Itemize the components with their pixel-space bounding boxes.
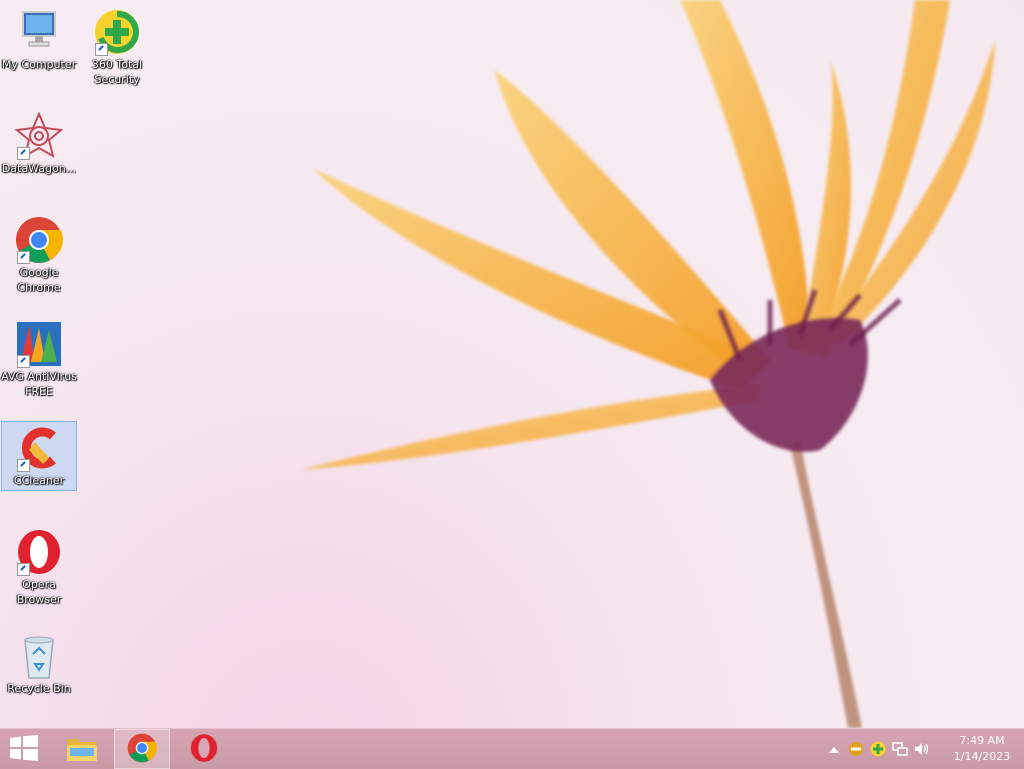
start-button[interactable] [0,729,48,769]
taskbar-clock[interactable]: 7:49 AM 1/14/2023 [950,733,1014,765]
opera-icon [15,528,63,576]
ccleaner-icon [15,424,63,472]
folder-icon [66,734,98,765]
avg-icon [15,320,63,368]
clock-time: 7:49 AM [959,734,1005,747]
desktop-wallpaper [300,0,995,728]
chrome-icon [15,216,63,264]
datawagon-icon [14,111,64,160]
360-security-tray-icon[interactable] [870,741,886,757]
desktop-icon-avg-antivirus[interactable]: AVG AntiVirus FREE [1,318,77,399]
system-tray: 7:49 AM 1/14/2023 [824,729,1024,769]
taskbar: 7:49 AM 1/14/2023 [0,728,1024,769]
no-entry-icon[interactable] [848,741,864,757]
taskbar-google-chrome[interactable] [114,729,170,769]
clock-date: 1/14/2023 [953,750,1011,763]
desktop-icon-my-computer[interactable]: My Computer [1,6,77,72]
taskbar-opera[interactable] [176,729,232,769]
desktop-icon-google-chrome[interactable]: Google Chrome [1,214,77,295]
desktop-icon-ccleaner[interactable]: CCleaner [1,421,77,491]
show-hidden-icons-icon[interactable] [826,741,842,757]
taskbar-file-explorer[interactable] [54,729,110,769]
shortcut-arrow-icon [17,355,30,368]
shortcut-arrow-icon [17,563,30,576]
network-icon[interactable] [892,741,908,757]
desktop-icon-datawagon[interactable]: DataWagon... [1,110,77,176]
desktop-icon-recycle-bin[interactable]: Recycle Bin [1,630,77,696]
windows-logo-icon [10,734,38,764]
shortcut-arrow-icon [17,147,30,160]
computer-icon [15,8,63,56]
desktop-icon-360-total-security[interactable]: 360 Total Security [79,6,155,87]
volume-icon[interactable] [914,741,930,757]
shortcut-arrow-icon [17,251,30,264]
recycle-bin-icon [15,632,63,680]
shortcut-arrow-icon [95,43,108,56]
shortcut-arrow-icon [17,459,30,472]
desktop-icon-opera-browser[interactable]: Opera Browser [1,526,77,607]
chrome-icon [127,733,157,766]
360-security-icon [93,8,141,56]
opera-icon [189,733,219,766]
